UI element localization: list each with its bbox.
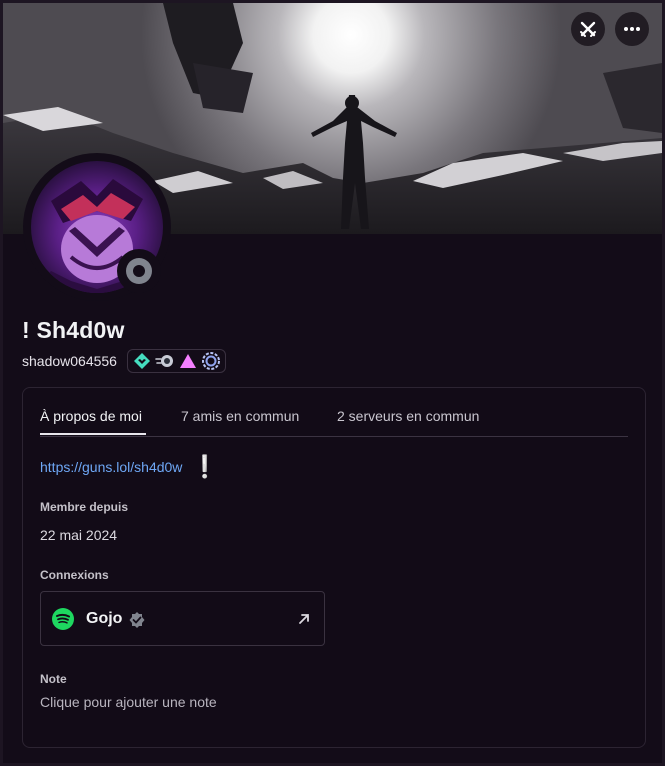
display-name: ! Sh4d0w [22, 317, 125, 343]
profile-tabs: À propos de moi 7 amis en commun 2 serve… [40, 406, 628, 437]
quest-badge-icon[interactable] [178, 351, 198, 371]
connections-title: Connexions [40, 568, 109, 582]
badge-list [126, 349, 226, 373]
more-dots-icon [624, 27, 640, 31]
boost-swords-icon [580, 21, 596, 37]
bio-link[interactable]: https://guns.lol/sh4d0w [40, 459, 182, 475]
exclamation-emoji: ❕ [191, 454, 219, 479]
connection-spotify[interactable]: Gojo [40, 591, 325, 646]
offline-status-icon [126, 258, 152, 284]
profile-details-card: À propos de moi 7 amis en commun 2 serve… [22, 387, 646, 748]
connection-name: Gojo [86, 610, 123, 627]
username[interactable]: shadow064556 [22, 353, 117, 369]
note-input[interactable]: Clique pour ajouter une note [40, 694, 217, 710]
avatar-container [23, 153, 171, 301]
status-indicator [117, 249, 161, 293]
spotify-icon [52, 608, 74, 630]
verified-icon [129, 612, 145, 628]
bio: https://guns.lol/sh4d0w ❕ [40, 454, 219, 480]
nitro-badge-icon[interactable] [201, 351, 221, 371]
more-options-button[interactable] [615, 12, 649, 46]
active-tab-indicator [40, 433, 146, 435]
member-since-date: 22 mai 2024 [40, 527, 118, 543]
tab-mutual-servers[interactable]: 2 serveurs en commun [337, 408, 479, 424]
profile-popout: ! Sh4d0w shadow064556 À propos de moi 7 … [0, 0, 665, 766]
username-row: shadow064556 [22, 349, 226, 373]
member-since-title: Membre depuis [40, 500, 129, 514]
tab-about-me[interactable]: À propos de moi [40, 408, 142, 424]
hypesquad-balance-badge-icon[interactable] [132, 351, 152, 371]
tab-mutual-friends[interactable]: 7 amis en commun [181, 408, 299, 424]
external-link-icon[interactable] [294, 609, 314, 629]
note-title: Note [40, 672, 67, 686]
boost-badge-icon[interactable] [155, 351, 175, 371]
boost-button[interactable] [571, 12, 605, 46]
